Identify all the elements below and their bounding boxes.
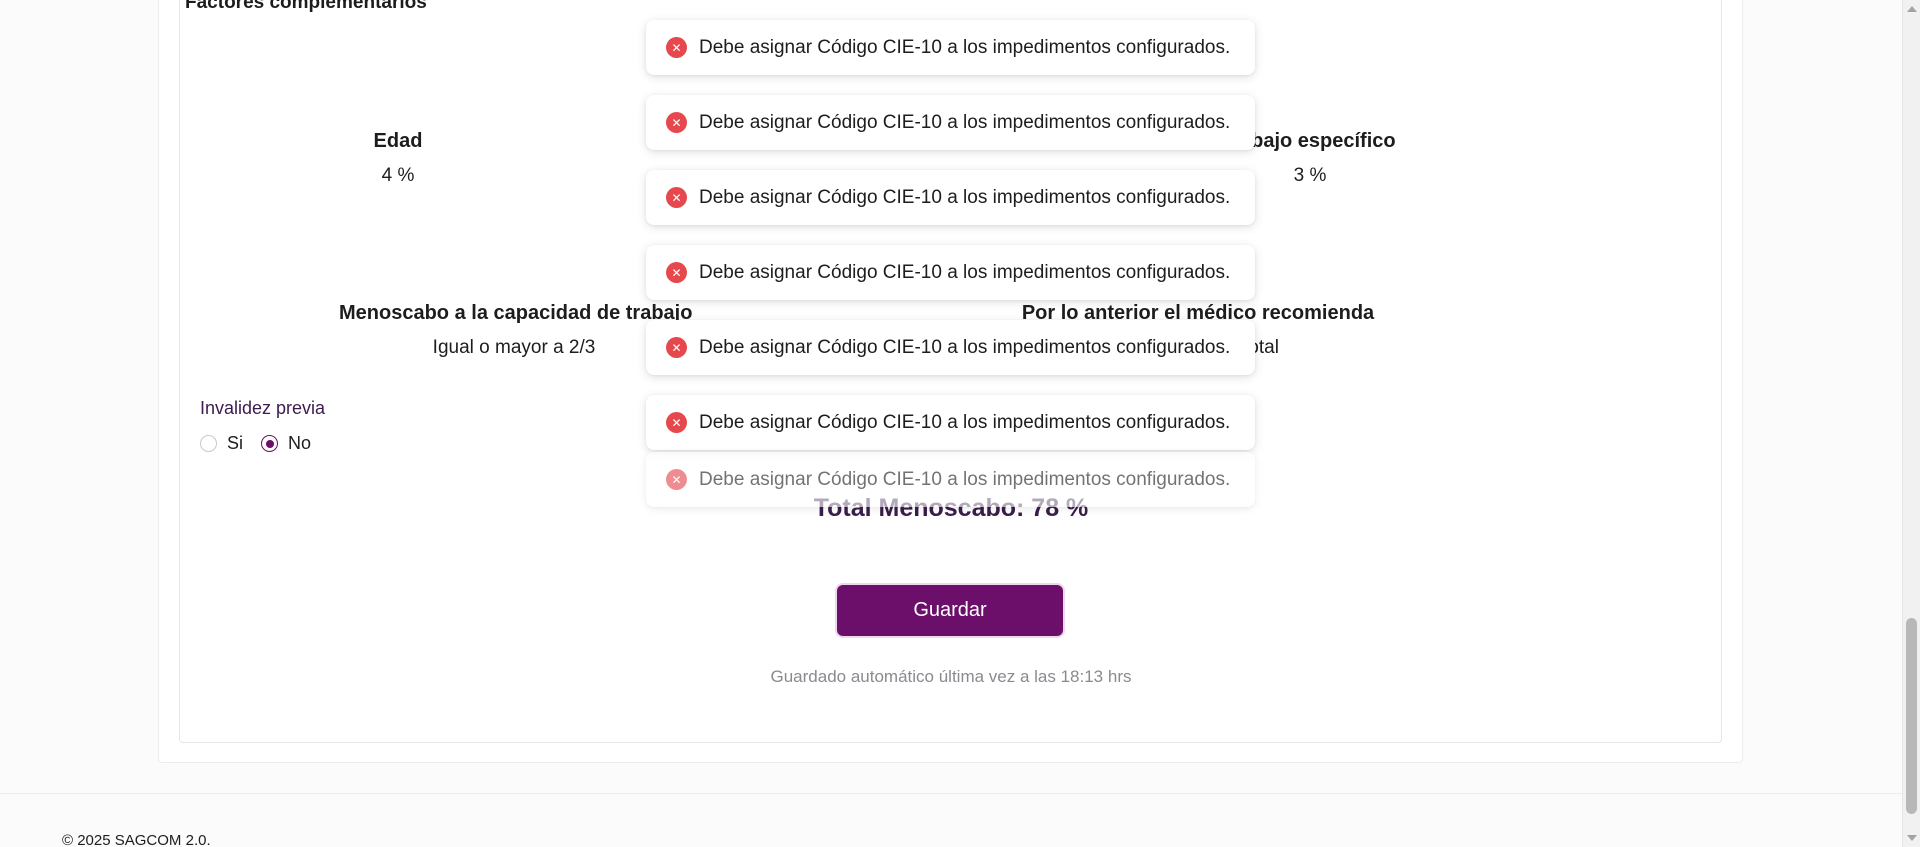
toast-message: Debe asignar Código CIE-10 a los impedim…	[699, 336, 1231, 358]
scroll-up-icon[interactable]	[1907, 6, 1917, 12]
page-viewport: Factores complementarios Edad 4 % abajo …	[0, 0, 1902, 847]
factor-edad-label: Edad	[373, 130, 423, 152]
radio-no-label: No	[288, 433, 312, 453]
toast-message: Debe asignar Código CIE-10 a los impedim…	[699, 468, 1231, 490]
error-x-icon: ✕	[666, 112, 687, 133]
radio-no-circle[interactable]	[261, 435, 279, 452]
factor-menoscabo-label: Menoscabo a la capacidad de trabajo	[339, 302, 693, 324]
footer-divider	[0, 793, 1902, 794]
error-toast[interactable]: ✕ Debe asignar Código CIE-10 a los imped…	[646, 320, 1255, 375]
invalidez-previa-label: Invalidez previa	[200, 398, 326, 418]
error-toast[interactable]: ✕ Debe asignar Código CIE-10 a los imped…	[646, 452, 1255, 507]
radio-si-label: Si	[227, 433, 244, 453]
error-toast[interactable]: ✕ Debe asignar Código CIE-10 a los imped…	[646, 20, 1255, 75]
factor-edad-value: 4 %	[381, 165, 415, 186]
error-x-icon: ✕	[666, 37, 687, 58]
radio-si[interactable]: Si	[200, 433, 243, 454]
radio-si-circle[interactable]	[200, 435, 217, 452]
factor-menoscabo-value: Igual o mayor a 2/3	[432, 337, 596, 358]
scrollbar-thumb[interactable]	[1906, 618, 1917, 814]
error-x-icon: ✕	[666, 262, 687, 283]
footer-copyright: © 2025 SAGCOM 2.0.	[62, 832, 211, 847]
scroll-down-icon[interactable]	[1907, 835, 1917, 841]
page-scrollbar[interactable]	[1902, 0, 1920, 847]
error-x-icon: ✕	[666, 469, 687, 490]
toast-message: Debe asignar Código CIE-10 a los impedim…	[699, 186, 1231, 208]
error-x-icon: ✕	[666, 412, 687, 433]
error-toast[interactable]: ✕ Debe asignar Código CIE-10 a los imped…	[646, 170, 1255, 225]
toast-message: Debe asignar Código CIE-10 a los impedim…	[699, 411, 1231, 433]
invalidez-previa-group: Invalidez previa Si No	[200, 398, 325, 454]
save-button[interactable]: Guardar	[837, 585, 1063, 636]
toast-message: Debe asignar Código CIE-10 a los impedim…	[699, 36, 1231, 58]
section-title: Factores complementarios	[185, 0, 427, 13]
factor-edad: Edad 4 %	[258, 130, 538, 187]
toast-message: Debe asignar Código CIE-10 a los impedim…	[699, 261, 1231, 283]
autosave-status: Guardado automático última vez a las 18:…	[770, 667, 1132, 686]
factor-menoscabo: Menoscabo a la capacidad de trabajo Igua…	[339, 302, 693, 359]
error-x-icon: ✕	[666, 187, 687, 208]
error-toast[interactable]: ✕ Debe asignar Código CIE-10 a los imped…	[646, 245, 1255, 300]
toast-message: Debe asignar Código CIE-10 a los impedim…	[699, 111, 1231, 133]
error-toast[interactable]: ✕ Debe asignar Código CIE-10 a los imped…	[646, 95, 1255, 150]
invalidez-previa-radios: Si No	[200, 433, 325, 454]
error-toast[interactable]: ✕ Debe asignar Código CIE-10 a los imped…	[646, 395, 1255, 450]
radio-no[interactable]: No	[261, 433, 311, 454]
error-x-icon: ✕	[666, 337, 687, 358]
